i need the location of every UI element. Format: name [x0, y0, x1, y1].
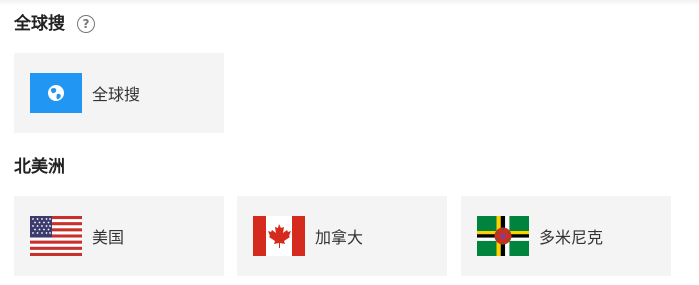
- section-title-global: 全球搜 ?: [14, 12, 95, 36]
- us-flag-icon: [30, 216, 82, 256]
- canada-flag-icon: [253, 216, 305, 256]
- top-shadow: [0, 0, 699, 6]
- card-global-search-label: 全球搜: [92, 85, 141, 104]
- dominica-flag-icon: [477, 216, 529, 256]
- card-usa-label: 美国: [92, 228, 125, 247]
- section-title-north-america-text: 北美洲: [14, 157, 65, 177]
- card-canada-label: 加拿大: [315, 228, 364, 247]
- section-title-global-text: 全球搜: [14, 14, 65, 34]
- card-dominica-label: 多米尼克: [539, 228, 604, 247]
- card-global-search[interactable]: 全球搜: [14, 53, 224, 133]
- card-usa[interactable]: 美国: [14, 196, 224, 276]
- section-title-north-america: 北美洲: [14, 155, 65, 179]
- help-icon[interactable]: ?: [77, 15, 95, 33]
- card-dominica[interactable]: 多米尼克: [461, 196, 671, 276]
- card-canada[interactable]: 加拿大: [237, 196, 447, 276]
- globe-icon: [30, 73, 82, 113]
